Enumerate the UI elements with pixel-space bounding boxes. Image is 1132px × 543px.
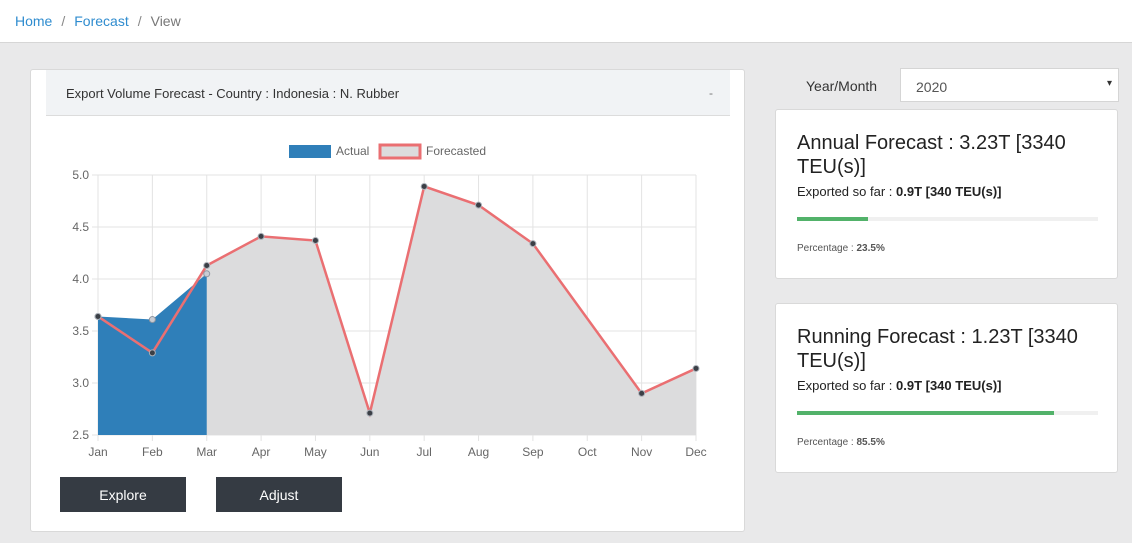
percentage-value: 85.5% [856, 437, 885, 448]
forecast-point[interactable] [311, 237, 319, 245]
forecast-point[interactable] [529, 240, 537, 248]
y-tick-label: 3.0 [72, 376, 89, 390]
forecast-chart-panel: Export Volume Forecast - Country : Indon… [30, 69, 745, 532]
percentage-label: Percentage : [797, 243, 857, 254]
x-tick-label: Feb [142, 445, 163, 459]
x-tick-label: Oct [578, 445, 597, 459]
x-tick-label: Dec [685, 445, 706, 459]
exported-so-far: Exported so far : 0.9T [340 TEU(s)] [797, 184, 1001, 199]
x-tick-label: Sep [522, 445, 544, 459]
percentage-value: 23.5% [856, 243, 885, 254]
card-title: Running Forecast : 1.23T [3340 TEU(s)] [797, 326, 1078, 372]
breadcrumb-forecast-link[interactable]: Forecast [74, 13, 128, 29]
legend-actual-label[interactable]: Actual [336, 144, 369, 158]
y-tick-label: 5.0 [72, 168, 89, 182]
forecast-point[interactable] [475, 201, 483, 209]
forecast-point[interactable] [203, 261, 211, 269]
breadcrumb-separator: / [137, 13, 142, 29]
adjust-button[interactable]: Adjust [216, 477, 342, 512]
percentage: Percentage : 85.5% [797, 437, 885, 448]
breadcrumb: Home / Forecast / View [15, 13, 181, 29]
panel-header: Export Volume Forecast - Country : Indon… [46, 70, 730, 116]
forecast-point[interactable] [638, 389, 646, 397]
x-tick-label: Nov [631, 445, 652, 459]
x-tick-label: May [304, 445, 327, 459]
actual-point[interactable] [148, 316, 156, 324]
exported-value: 0.9T [340 TEU(s)] [896, 378, 1002, 393]
legend-forecast-label[interactable]: Forecasted [426, 144, 486, 158]
year-select[interactable]: 2020 ▾ [900, 68, 1119, 102]
annual-forecast-card: Annual Forecast : 3.23T [3340 TEU(s)] Ex… [775, 109, 1118, 279]
y-axis: 2.5 3.0 3.5 4.0 4.5 5.0 [72, 168, 89, 442]
breadcrumb-current: View [150, 13, 181, 29]
forecast-point[interactable] [257, 232, 265, 240]
actual-point[interactable] [203, 270, 211, 278]
legend-forecast-swatch[interactable] [378, 143, 422, 160]
x-axis: Jan Feb Mar Apr May Jun Jul Aug Sep Oct Nov Dec [88, 445, 706, 459]
explore-button[interactable]: Explore [60, 477, 186, 512]
forecast-point[interactable] [692, 364, 700, 372]
exported-so-far: Exported so far : 0.9T [340 TEU(s)] [797, 378, 1001, 393]
y-tick-label: 4.5 [72, 220, 89, 234]
chevron-down-icon: ▾ [1106, 78, 1112, 89]
forecast-point[interactable] [148, 349, 156, 357]
y-tick-label: 2.5 [72, 428, 89, 442]
percentage: Percentage : 23.5% [797, 243, 885, 254]
year-select-value: 2020 [916, 79, 948, 95]
x-tick-label: Mar [196, 445, 217, 459]
progress-fill [797, 217, 868, 221]
card-title: Annual Forecast : 3.23T [3340 TEU(s)] [797, 132, 1066, 178]
x-tick-label: Jul [417, 445, 432, 459]
breadcrumb-separator: / [61, 13, 66, 29]
x-tick-label: Aug [468, 445, 489, 459]
exported-label: Exported so far : [797, 184, 896, 199]
progress-fill [797, 411, 1055, 415]
forecast-point[interactable] [420, 182, 428, 190]
forecast-point[interactable] [366, 409, 374, 417]
year-month-label: Year/Month [806, 78, 878, 94]
chart-legend[interactable]: Actual Forecasted [289, 143, 486, 160]
panel-collapse-button[interactable]: - [709, 86, 713, 100]
x-tick-label: Apr [252, 445, 271, 459]
export-volume-chart: Actual Forecasted 2.5 3.0 3.5 4.0 4.5 5.0 Jan… [72, 143, 707, 459]
running-forecast-card: Running Forecast : 1.23T [3340 TEU(s)] E… [775, 303, 1118, 473]
x-tick-label: Jan [88, 445, 107, 459]
percentage-label: Percentage : [797, 437, 857, 448]
breadcrumb-home-link[interactable]: Home [15, 13, 52, 29]
chart-areas [98, 186, 696, 435]
y-tick-label: 3.5 [72, 324, 89, 338]
progress-bar [797, 411, 1098, 415]
top-bar: Home / Forecast / View [0, 0, 1132, 43]
y-tick-label: 4.0 [72, 272, 89, 286]
panel-title: Export Volume Forecast - Country : Indon… [66, 86, 400, 101]
legend-actual-swatch[interactable] [289, 145, 331, 158]
exported-value: 0.9T [340 TEU(s)] [896, 184, 1002, 199]
forecast-point[interactable] [94, 312, 102, 320]
exported-label: Exported so far : [797, 378, 896, 393]
x-tick-label: Jun [360, 445, 379, 459]
progress-bar [797, 217, 1098, 221]
